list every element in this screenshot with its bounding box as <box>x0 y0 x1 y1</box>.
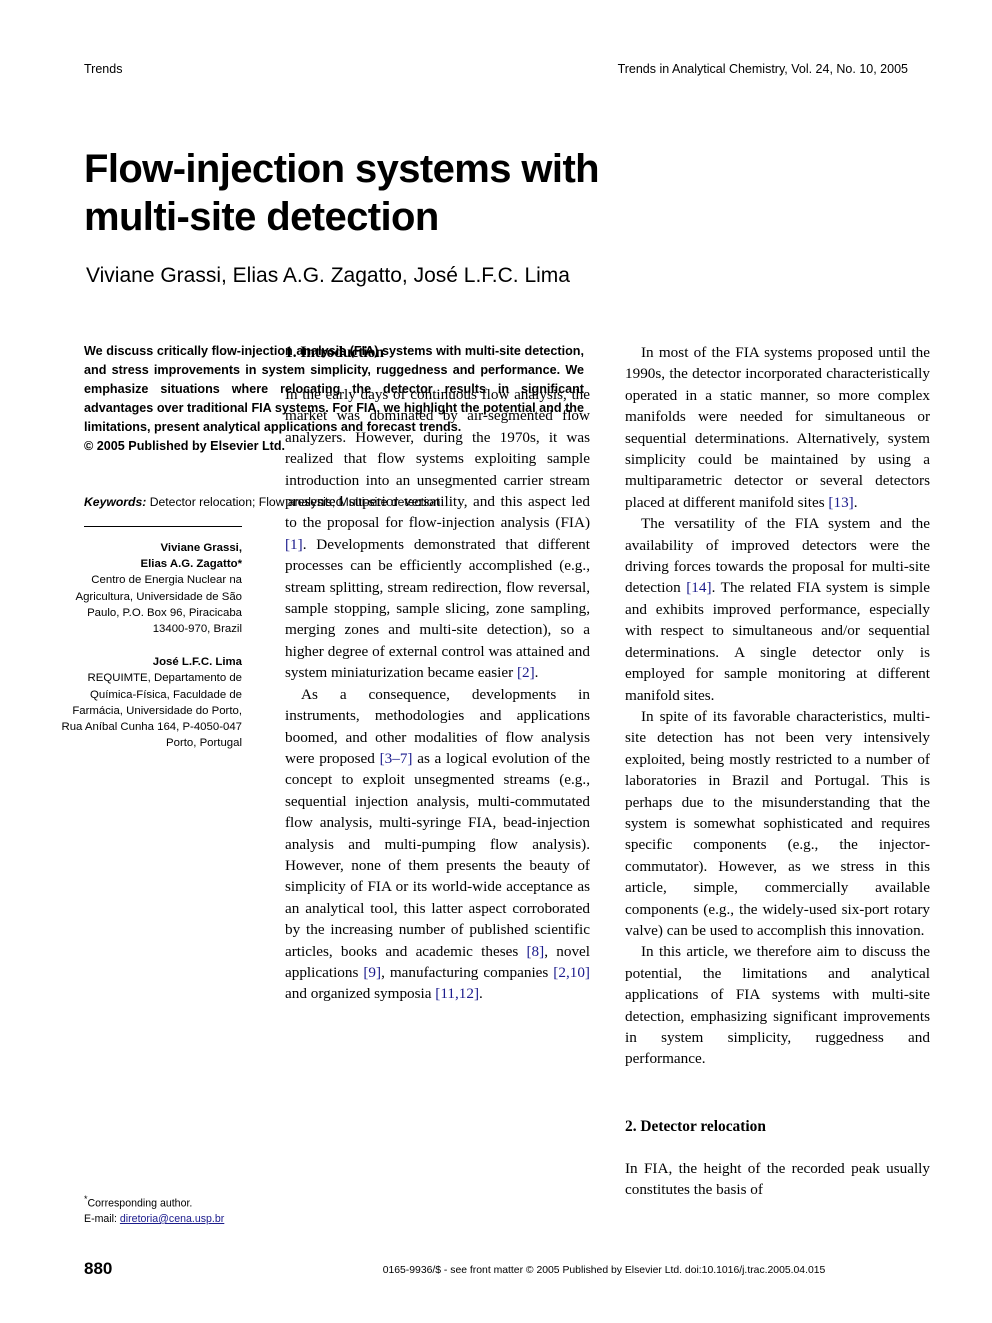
email-link[interactable]: diretoria@cena.usp.br <box>120 1213 224 1225</box>
paragraph-3-text-a: In most of the FIA systems proposed unti… <box>625 344 930 511</box>
citation-2[interactable]: [2] <box>517 664 535 681</box>
corresponding-author-line: *Corresponding author. <box>84 1192 284 1212</box>
paragraph-1-text-b: . Developments demonstrated that differe… <box>285 535 590 682</box>
article-title-line-1: Flow-injection systems with <box>84 146 600 191</box>
affiliation-block: Viviane Grassi, Elias A.G. Zagatto* Centr… <box>60 540 243 751</box>
affiliation-divider <box>84 526 242 527</box>
citation-8[interactable]: [8] <box>527 943 545 960</box>
paragraph-3-text-b: . <box>853 493 858 511</box>
paragraph-2-text-e: and organized symposia <box>285 985 436 1003</box>
body-column-2: In most of the FIA systems proposed unti… <box>625 342 930 1201</box>
article-title: Flow-injection systems with multi-site d… <box>84 145 784 241</box>
section-heading-introduction: 1. Introduction <box>285 344 384 361</box>
imprint-line: 0165-9936/$ - see front matter © 2005 Pu… <box>382 1265 826 1276</box>
affiliation-group-2: José L.F.C. Lima REQUIMTE, Departamento … <box>60 654 243 751</box>
affiliation-address-1: Centro de Energia Nuclear na Agricultura… <box>75 574 242 636</box>
running-head: Trends Trends in Analytical Chemistry, V… <box>84 60 908 78</box>
body-column-1: 1. Introduction In the early days of con… <box>285 342 590 1005</box>
author-list: Viviane Grassi, Elias A.G. Zagatto, José… <box>86 264 570 287</box>
citation-2-10[interactable]: [2,10] <box>553 964 590 981</box>
email-label: E-mail: <box>84 1212 120 1225</box>
paragraph-2-text-b: as a logical evolution of the concept to… <box>285 749 591 960</box>
keywords-label: Keywords: <box>84 495 147 509</box>
citation-14[interactable]: [14] <box>686 579 711 596</box>
citation-3-7[interactable]: [3–7] <box>380 750 413 767</box>
page-number: 880 <box>84 1259 113 1278</box>
citation-13[interactable]: [13] <box>828 494 853 511</box>
paragraph-7: In FIA, the height of the recorded peak … <box>625 1159 930 1199</box>
paragraph-4-text-b: . The related FIA system is simple and e… <box>625 579 930 704</box>
paragraph-2-text-f: . <box>479 985 483 1003</box>
article-title-line-2: multi-site detection <box>84 194 439 239</box>
journal-page: Trends Trends in Analytical Chemistry, V… <box>0 0 992 1323</box>
citation-11-12[interactable]: [11,12] <box>435 985 479 1002</box>
citation-9[interactable]: [9] <box>363 964 381 981</box>
running-head-right: Trends in Analytical Chemistry, Vol. 24,… <box>617 62 908 76</box>
affiliation-address-2: REQUIMTE, Departamento de Química-Física… <box>61 672 243 750</box>
corresponding-author-footnote: *Corresponding author. E-mail: diretoria… <box>84 1192 284 1227</box>
paragraph-5: In spite of its favorable characteristic… <box>625 707 930 939</box>
paragraph-2: As a consequence, developments in instru… <box>285 684 590 1005</box>
corresponding-author-text: Corresponding author. <box>87 1197 193 1210</box>
paragraph-6: In this article, we therefore aim to dis… <box>625 943 930 1068</box>
paragraph-3: In most of the FIA systems proposed unti… <box>625 342 930 513</box>
paragraph-1-text-a: In the early days of continuous flow ana… <box>285 386 590 532</box>
affiliation-names-2: José L.F.C. Lima <box>152 656 242 669</box>
affiliation-group-1: Viviane Grassi, Elias A.G. Zagatto* Centr… <box>60 540 242 637</box>
section-heading-detector-relocation: 2. Detector relocation <box>625 1117 766 1135</box>
running-head-left: Trends <box>84 62 123 76</box>
affiliation-names-1: Viviane Grassi, Elias A.G. Zagatto* <box>140 542 242 571</box>
paragraph-1: In the early days of continuous flow ana… <box>285 384 590 684</box>
citation-1[interactable]: [1] <box>285 536 303 553</box>
paragraph-1-text-c: . <box>534 664 539 682</box>
email-line: E-mail: diretoria@cena.usp.br <box>84 1212 284 1227</box>
paragraph-4: The versatility of the FIA system and th… <box>625 513 930 706</box>
paragraph-2-text-d: , manufacturing companies <box>381 963 554 981</box>
